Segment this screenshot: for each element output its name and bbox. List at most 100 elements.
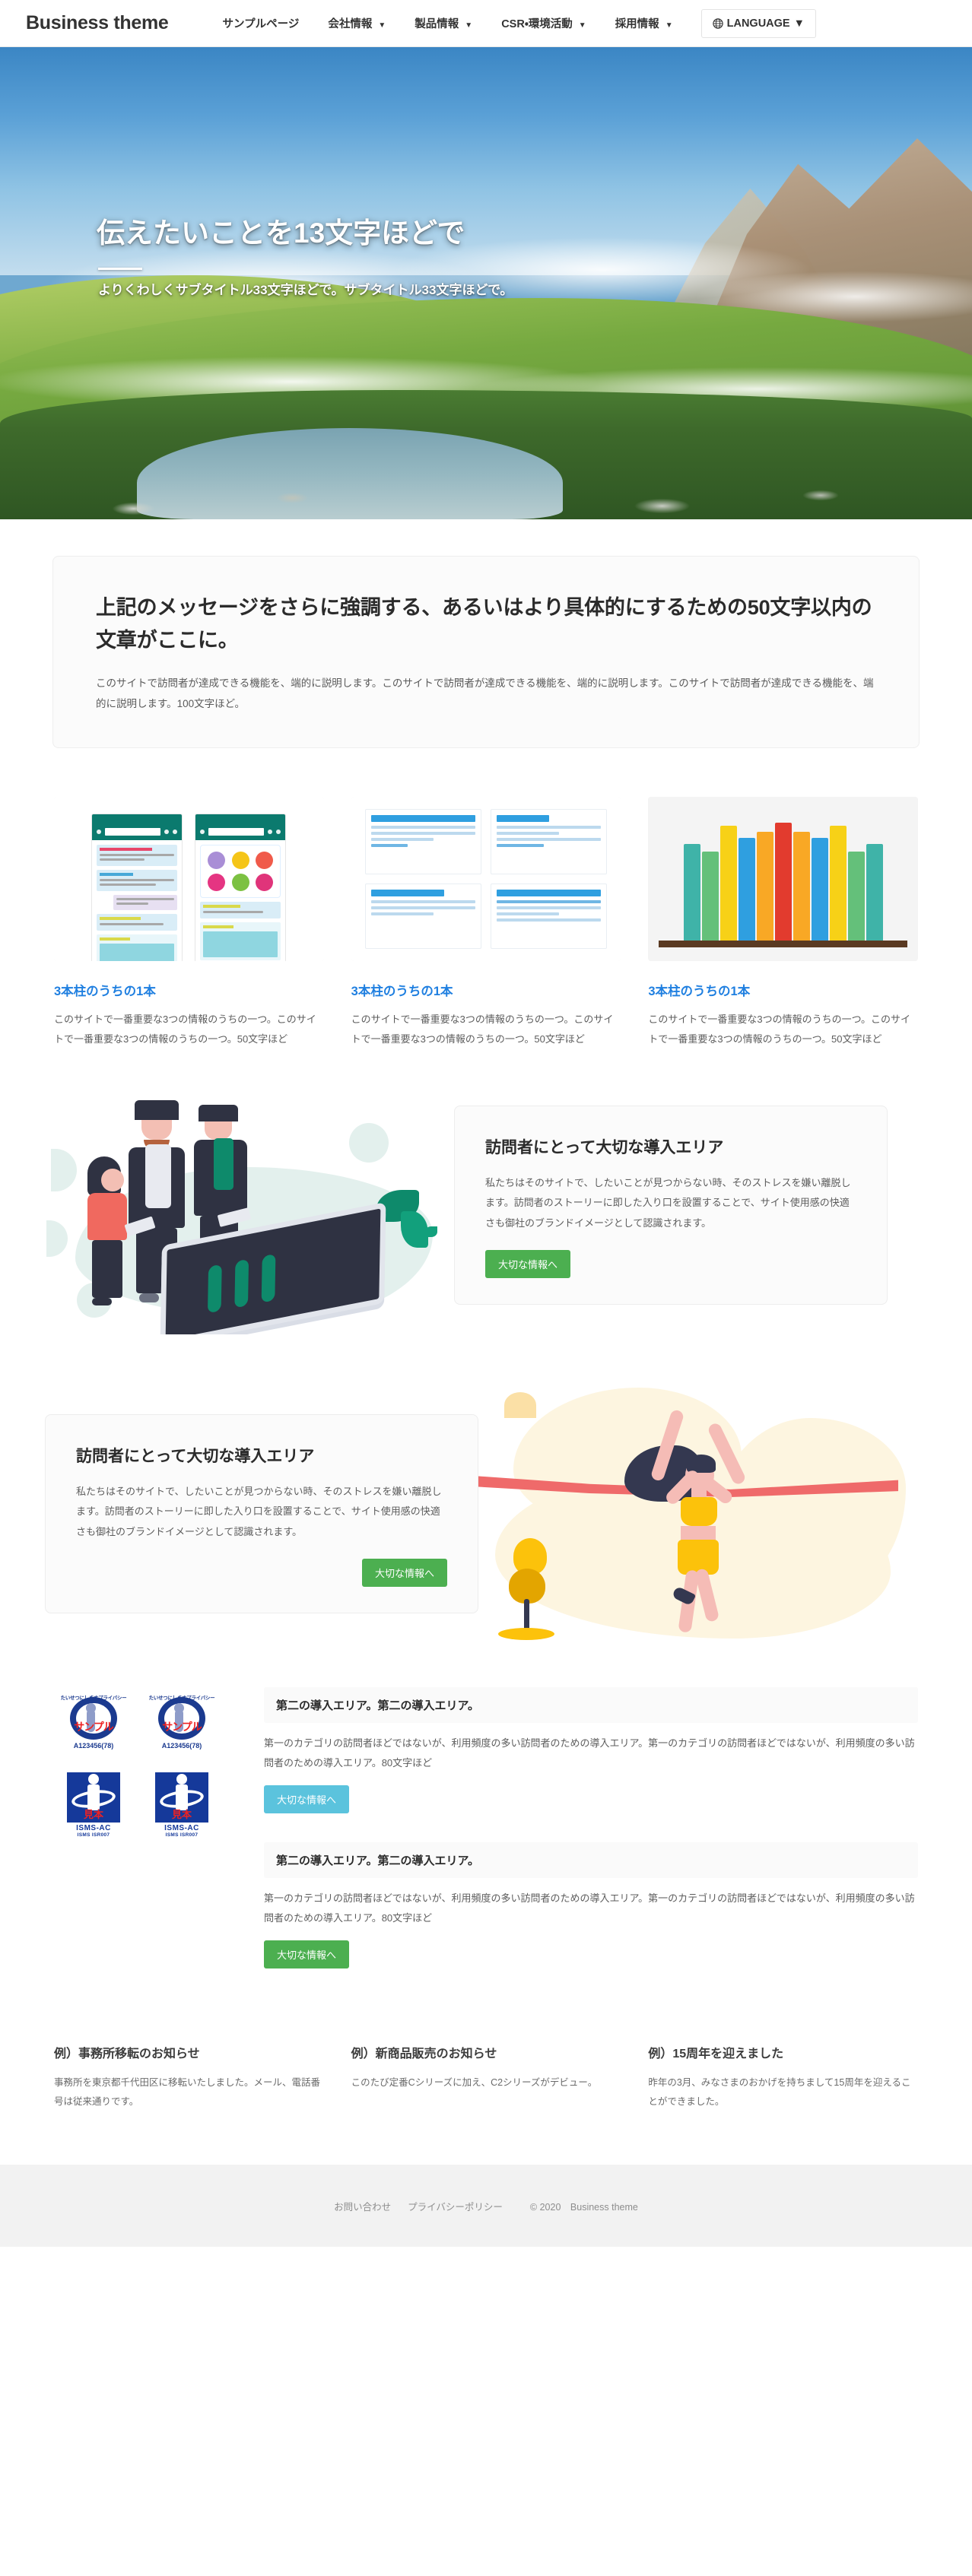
nav-item-company-info[interactable]: 会社情報 ▼ bbox=[313, 8, 400, 39]
certification-title: 第二の導入エリア。第二の導入エリア。 bbox=[264, 1687, 918, 1723]
news-text: このたび定番Cシリーズに加え、C2シリーズがデビュー。 bbox=[351, 2077, 598, 2088]
certification-text: 第一のカテゴリの訪問者ほどではないが、利用頻度の多い訪問者のための導入エリア。第… bbox=[264, 1737, 915, 1769]
isms-sub-label: ISMS ISR007 bbox=[77, 1832, 110, 1838]
footer-link-contact[interactable]: お問い合わせ bbox=[334, 2199, 391, 2213]
intro-title: 訪問者にとって大切な導入エリア bbox=[485, 1138, 724, 1156]
intro-area-2: 訪問者にとって大切な導入エリア 私たちはそのサイトで、したいことが見つからない時… bbox=[0, 1334, 972, 1648]
phone-mock-right bbox=[195, 814, 287, 962]
hero-content: 伝えたいことを13文字ほどで よりくわしくサブタイトル33文字ほどで。サブタイト… bbox=[45, 47, 927, 301]
nav-label: サンプルページ bbox=[222, 18, 300, 30]
site-header: Business theme サンプルページ 会社情報 ▼ 製品情報 ▼ CSR… bbox=[0, 0, 972, 47]
intro-card-1: 訪問者にとって大切な導入エリア 私たちはそのサイトで、したいことが見つからない時… bbox=[454, 1105, 888, 1305]
books-illustration bbox=[648, 797, 919, 962]
certification-block-2: 第二の導入エリア。第二の導入エリア。 第一のカテゴリの訪問者ほどではないが、利用… bbox=[264, 1842, 918, 1968]
globe-icon bbox=[712, 17, 723, 29]
isms-sample-text: 見本 bbox=[83, 1809, 103, 1820]
nav-label: CSR・環境活動 bbox=[501, 18, 573, 30]
certification-title: 第二の導入エリア。第二の導入エリア。 bbox=[264, 1842, 918, 1878]
bookshelf-plank bbox=[659, 941, 908, 948]
business-people-tablet-illustration bbox=[45, 1076, 468, 1334]
intro-title: 訪問者にとって大切な導入エリア bbox=[76, 1447, 315, 1465]
pillar-text: このサイトで一番重要な3つの情報のうちの一つ。このサイトで一番重要な3つの情報の… bbox=[351, 1014, 614, 1045]
hero-rocks bbox=[46, 466, 926, 519]
news-item[interactable]: 例）事務所移転のお知らせ 事務所を東京都千代田区に移転いたしました。メール、電話… bbox=[54, 2043, 324, 2111]
pillars-section: 3本柱のうちの1本 このサイトで一番重要な3つの情報のうちの一つ。このサイトで一… bbox=[0, 748, 972, 1048]
runner-finish-line-illustration bbox=[465, 1380, 912, 1648]
chevron-down-icon: ▼ bbox=[665, 21, 673, 30]
footer-link-privacy-policy[interactable]: プライバシーポリシー bbox=[408, 2199, 503, 2213]
intro-cta-button[interactable]: 大切な情報へ bbox=[361, 1559, 447, 1588]
nav-item-recruit[interactable]: 採用情報 ▼ bbox=[601, 8, 688, 39]
privacy-mark-logo: たいせつにしますプライバシー サンプル A123456(78) bbox=[54, 1692, 133, 1754]
footer-copyright: © 2020 Business theme bbox=[529, 2201, 638, 2213]
phone-mock-left bbox=[91, 814, 183, 962]
intro-card-2: 訪問者にとって大切な導入エリア 私たちはそのサイトで、したいことが見つからない時… bbox=[45, 1413, 478, 1614]
language-switcher[interactable]: LANGUAGE ▼ bbox=[700, 8, 816, 38]
pillar-text: このサイトで一番重要な3つの情報のうちの一つ。このサイトで一番重要な3つの情報の… bbox=[648, 1014, 911, 1045]
pillar-text: このサイトで一番重要な3つの情報のうちの一つ。このサイトで一番重要な3つの情報の… bbox=[54, 1014, 316, 1045]
chevron-down-icon: ▼ bbox=[793, 17, 805, 30]
certification-cta-button[interactable]: 大切な情報へ bbox=[264, 1785, 350, 1813]
isms-logo: 見本 ISMS-AC ISMS ISR007 bbox=[142, 1772, 221, 1838]
chevron-down-icon: ▼ bbox=[378, 21, 386, 30]
certification-block-1: 第二の導入エリア。第二の導入エリア。 第一のカテゴリの訪問者ほどではないが、利用… bbox=[264, 1687, 918, 1813]
privacy-mark-code: A123456(78) bbox=[73, 1741, 114, 1750]
intro-text: 私たちはそのサイトで、したいことが見つからない時、そのストレスを嫌い離脱します。… bbox=[76, 1485, 442, 1537]
news-text: 昨年の3月、みなさまのおかげを持ちまして15周年を迎えることができました。 bbox=[648, 2077, 911, 2107]
isms-sample-text: 見本 bbox=[171, 1809, 192, 1820]
news-item[interactable]: 例）15周年を迎えました 昨年の3月、みなさまのおかげを持ちまして15周年を迎え… bbox=[648, 2043, 918, 2111]
hero-subtitle: よりくわしくサブタイトル33文字ほどで。サブタイトル33文字ほどで。 bbox=[98, 283, 513, 298]
language-label: LANGUAGE bbox=[726, 17, 790, 30]
wireframe-illustration bbox=[351, 797, 621, 962]
isms-logo: 見本 ISMS-AC ISMS ISR007 bbox=[54, 1772, 133, 1838]
certification-cta-button[interactable]: 大切な情報へ bbox=[264, 1940, 350, 1968]
chevron-down-icon: ▼ bbox=[465, 21, 473, 30]
chat-app-illustration bbox=[54, 797, 324, 962]
isms-label: ISMS-AC bbox=[76, 1824, 111, 1832]
hero-title: 伝えたいことを13文字ほどで bbox=[97, 217, 465, 249]
isms-label: ISMS-AC bbox=[164, 1824, 199, 1832]
site-footer: お問い合わせ プライバシーポリシー © 2020 Business theme bbox=[0, 2165, 972, 2247]
pillar-title: 3本柱のうちの1本 bbox=[351, 985, 453, 999]
intro-area-1: 訪問者にとって大切な導入エリア 私たちはそのサイトで、したいことが見つからない時… bbox=[0, 1048, 972, 1334]
nav-item-product-info[interactable]: 製品情報 ▼ bbox=[400, 8, 487, 39]
message-section: 上記のメッセージをさらに強調する、あるいはより具体的にするための50文字以内の文… bbox=[0, 519, 972, 749]
certification-logos: たいせつにしますプライバシー サンプル A123456(78) たいせつにします… bbox=[54, 1687, 244, 1997]
isms-mark-icon: 見本 bbox=[67, 1772, 120, 1823]
news-section: 例）事務所移転のお知らせ 事務所を東京都千代田区に移転いたしました。メール、電話… bbox=[0, 1997, 972, 2165]
intro-text: 私たちはそのサイトで、したいことが見つからない時、そのストレスを嫌い離脱します。… bbox=[485, 1176, 851, 1229]
certification-text: 第一のカテゴリの訪問者ほどではないが、利用頻度の多い訪問者のための導入エリア。第… bbox=[264, 1892, 915, 1924]
pillar-card: 3本柱のうちの1本 このサイトで一番重要な3つの情報のうちの一つ。このサイトで一… bbox=[648, 797, 919, 1048]
attachment-icon-grid bbox=[200, 845, 281, 899]
message-card: 上記のメッセージをさらに強調する、あるいはより具体的にするための50文字以内の文… bbox=[52, 556, 920, 749]
news-title: 例）15周年を迎えました bbox=[648, 2048, 784, 2060]
isms-sub-label: ISMS ISR007 bbox=[165, 1832, 199, 1838]
news-text: 事務所を東京都千代田区に移転いたしました。メール、電話番号は従来通りです。 bbox=[54, 2077, 321, 2107]
message-title: 上記のメッセージをさらに強調する、あるいはより具体的にするための50文字以内の文… bbox=[96, 596, 872, 652]
pillar-title: 3本柱のうちの1本 bbox=[54, 985, 156, 999]
intro-cta-button[interactable]: 大切な情報へ bbox=[485, 1250, 571, 1279]
news-item[interactable]: 例）新商品販売のお知らせ このたび定番Cシリーズに加え、C2シリーズがデビュー。 bbox=[351, 2043, 621, 2111]
privacy-mark-sample-text: サンプル bbox=[74, 1721, 114, 1733]
hero-section: 伝えたいことを13文字ほどで よりくわしくサブタイトル33文字ほどで。サブタイト… bbox=[0, 47, 972, 519]
pillar-card: 3本柱のうちの1本 このサイトで一番重要な3つの情報のうちの一つ。このサイトで一… bbox=[54, 797, 324, 1048]
nav-label: 採用情報 bbox=[615, 18, 659, 30]
site-brand[interactable]: Business theme bbox=[26, 12, 169, 34]
nav-label: 製品情報 bbox=[415, 18, 459, 30]
pillar-card: 3本柱のうちの1本 このサイトで一番重要な3つの情報のうちの一つ。このサイトで一… bbox=[351, 797, 621, 1048]
message-body: このサイトで訪問者が達成できる機能を、端的に説明します。このサイトで訪問者が達成… bbox=[96, 677, 874, 710]
main-navigation: サンプルページ 会社情報 ▼ 製品情報 ▼ CSR・環境活動 ▼ 採用情報 ▼ bbox=[208, 8, 816, 39]
nav-label: 会社情報 bbox=[328, 18, 373, 30]
nav-item-sample-page[interactable]: サンプルページ bbox=[208, 8, 314, 39]
privacy-mark-logo: たいせつにしますプライバシー サンプル A123456(78) bbox=[142, 1692, 221, 1754]
news-title: 例）事務所移転のお知らせ bbox=[54, 2048, 200, 2060]
chevron-down-icon: ▼ bbox=[578, 21, 586, 30]
pillar-title: 3本柱のうちの1本 bbox=[648, 985, 751, 999]
nav-item-csr[interactable]: CSR・環境活動 ▼ bbox=[487, 8, 600, 39]
isms-mark-icon: 見本 bbox=[155, 1772, 208, 1823]
hero-divider bbox=[98, 268, 142, 271]
news-title: 例）新商品販売のお知らせ bbox=[351, 2048, 497, 2060]
privacy-mark-sample-text: サンプル bbox=[162, 1721, 202, 1733]
privacy-mark-code: A123456(78) bbox=[161, 1741, 202, 1750]
certification-section: たいせつにしますプライバシー サンプル A123456(78) たいせつにします… bbox=[0, 1648, 972, 1997]
